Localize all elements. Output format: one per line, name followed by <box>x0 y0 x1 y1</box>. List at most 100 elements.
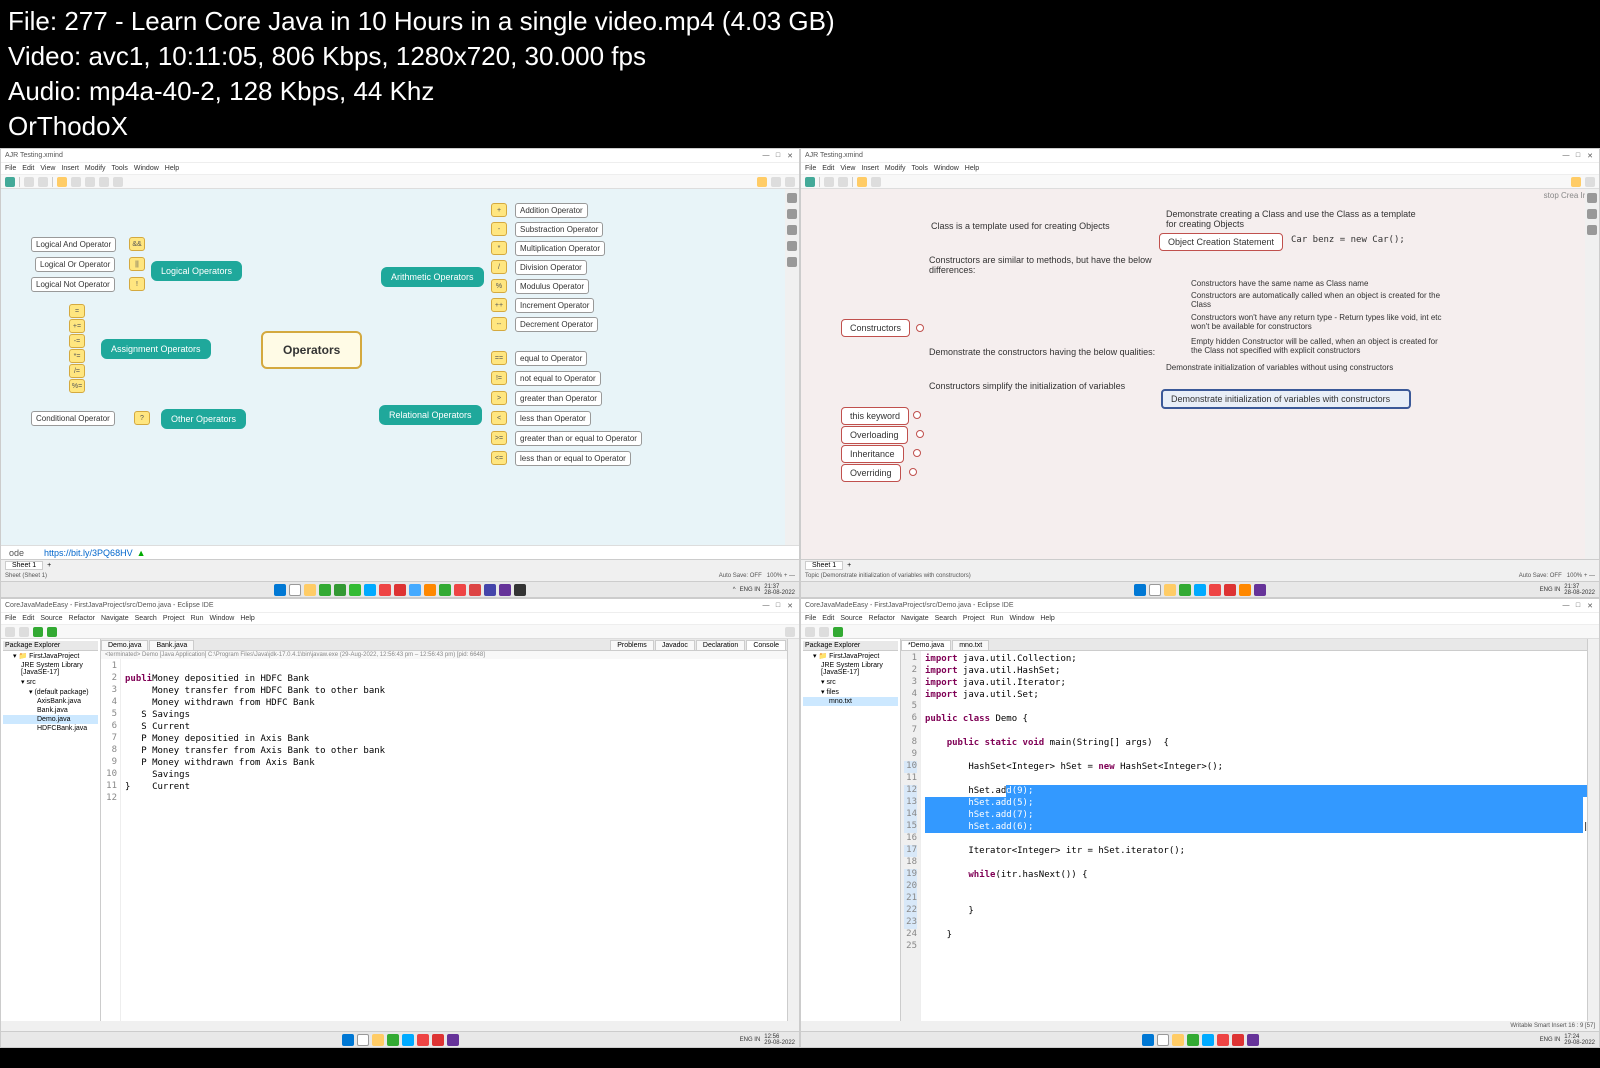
opera-icon[interactable] <box>1224 584 1236 596</box>
start-icon[interactable] <box>1142 1034 1154 1046</box>
chrome-icon[interactable] <box>1217 1034 1229 1046</box>
add-sheet[interactable]: + <box>47 562 51 569</box>
opera-icon[interactable] <box>432 1034 444 1046</box>
menu-help[interactable]: Help <box>240 615 254 622</box>
tab-javadoc[interactable]: Javadoc <box>655 640 695 650</box>
src-node[interactable]: ▾ src <box>803 677 898 687</box>
save-icon[interactable] <box>19 627 29 637</box>
node-addition[interactable]: Addition Operator <box>515 203 588 218</box>
boundary-icon[interactable] <box>113 177 123 187</box>
file-axis[interactable]: AxisBank.java <box>3 697 98 706</box>
quality-2[interactable]: Constructors won't have any return type … <box>1191 313 1451 331</box>
console-output[interactable]: publiMoney depositied in HDFC Bank Money… <box>121 659 787 1021</box>
debug-icon[interactable] <box>47 627 57 637</box>
minimize-button[interactable]: — <box>1561 152 1571 160</box>
node-logical[interactable]: Logical Operators <box>151 261 242 281</box>
edge-icon[interactable] <box>402 1034 414 1046</box>
format-icon[interactable] <box>787 193 797 203</box>
save-icon[interactable] <box>819 627 829 637</box>
comments-icon[interactable] <box>787 241 797 251</box>
app5-icon[interactable] <box>1239 584 1251 596</box>
tab-bank[interactable]: Bank.java <box>149 640 194 650</box>
topic-icon[interactable] <box>71 177 81 187</box>
app1-icon[interactable] <box>1179 584 1191 596</box>
menu-refactor[interactable]: Refactor <box>869 615 895 622</box>
zoom-icon[interactable] <box>785 177 795 187</box>
app3-icon[interactable] <box>349 584 361 596</box>
task-search-icon[interactable] <box>289 584 301 596</box>
node-overriding[interactable]: Overriding <box>841 464 901 482</box>
menu-window[interactable]: Window <box>934 165 959 172</box>
menu-edit[interactable]: Edit <box>22 165 34 172</box>
explorer-icon[interactable] <box>1164 584 1176 596</box>
node-constructors[interactable]: Constructors <box>841 319 910 337</box>
app7-icon[interactable] <box>454 584 466 596</box>
minimize-button[interactable]: — <box>761 602 771 610</box>
eclipse-icon[interactable] <box>447 1034 459 1046</box>
run-icon[interactable] <box>33 627 43 637</box>
app8-icon[interactable] <box>469 584 481 596</box>
menu-tools[interactable]: Tools <box>112 165 128 172</box>
qualities-label[interactable]: Demonstrate the constructors having the … <box>929 347 1159 357</box>
demo-class-text[interactable]: Demonstrate creating a Class and use the… <box>1166 209 1426 229</box>
search-icon[interactable] <box>1585 177 1595 187</box>
jre-node[interactable]: JRE System Library [JavaSE-17] <box>803 661 898 677</box>
app6-icon[interactable] <box>439 584 451 596</box>
menu-source[interactable]: Source <box>40 615 62 622</box>
notes-icon[interactable] <box>1587 225 1597 235</box>
node-equalto[interactable]: equal to Operator <box>515 351 587 366</box>
node-other[interactable]: Other Operators <box>161 409 246 429</box>
node-relational[interactable]: Relational Operators <box>379 405 482 425</box>
menu-view[interactable]: View <box>40 165 55 172</box>
chrome-icon[interactable] <box>379 584 391 596</box>
menu-search[interactable]: Search <box>935 615 957 622</box>
run-icon[interactable] <box>833 627 843 637</box>
package-explorer[interactable]: Package Explorer ▾ 📁 FirstJavaProject JR… <box>801 639 901 1021</box>
node-lte[interactable]: less than or equal to Operator <box>515 451 631 466</box>
new-icon[interactable] <box>5 627 15 637</box>
menu-modify[interactable]: Modify <box>85 165 106 172</box>
app1-icon[interactable] <box>319 584 331 596</box>
file-mno[interactable]: mno.txt <box>803 697 898 706</box>
app10-icon[interactable] <box>514 584 526 596</box>
tab-console[interactable]: Console <box>746 640 786 650</box>
similar-text[interactable]: Constructors are similar to methods, but… <box>929 255 1159 275</box>
windows-taskbar[interactable]: ^ ENG IN 21:3728-08-2022 <box>1 581 799 597</box>
app9-icon[interactable] <box>484 584 496 596</box>
node-logical-or[interactable]: Logical Or Operator <box>35 257 115 272</box>
node-decrement[interactable]: Decrement Operator <box>515 317 598 332</box>
topic-icon[interactable] <box>871 177 881 187</box>
menu-window[interactable]: Window <box>1009 615 1034 622</box>
expand-icon[interactable] <box>913 449 921 457</box>
undo-icon[interactable] <box>824 177 834 187</box>
menu-refactor[interactable]: Refactor <box>69 615 95 622</box>
tab-demo[interactable]: *Demo.java <box>901 640 951 650</box>
close-button[interactable]: ✕ <box>1585 152 1595 160</box>
edge-icon[interactable] <box>364 584 376 596</box>
node-greater[interactable]: greater than Operator <box>515 391 602 406</box>
code-editor[interactable]: 123 456 789 1011 1213 1415 1617 1819 202… <box>901 651 1587 1021</box>
tab-problems[interactable]: Problems <box>610 640 654 650</box>
explorer-icon[interactable] <box>372 1034 384 1046</box>
menu-edit[interactable]: Edit <box>822 165 834 172</box>
url-link[interactable]: https://bit.ly/3PQ68HV <box>44 548 133 558</box>
bulb-icon[interactable] <box>757 177 767 187</box>
new-icon[interactable] <box>805 627 815 637</box>
node-logical-not[interactable]: Logical Not Operator <box>31 277 115 292</box>
folder-icon[interactable] <box>857 177 867 187</box>
sheet-tab[interactable]: Sheet 1 <box>5 561 43 570</box>
notes-icon[interactable] <box>787 225 797 235</box>
opera-icon[interactable] <box>394 584 406 596</box>
menu-help[interactable]: Help <box>1040 615 1054 622</box>
node-logical-and[interactable]: Logical And Operator <box>31 237 116 252</box>
menu-tools[interactable]: Tools <box>912 165 928 172</box>
menu-file[interactable]: File <box>5 615 16 622</box>
expand-icon[interactable] <box>916 324 924 332</box>
explorer-icon[interactable] <box>1172 1034 1184 1046</box>
menu-file[interactable]: File <box>805 165 816 172</box>
node-multiplication[interactable]: Multiplication Operator <box>515 241 605 256</box>
node-operators[interactable]: Operators <box>261 331 362 369</box>
sheet-tab[interactable]: Sheet 1 <box>805 561 843 570</box>
quality-1[interactable]: Constructors are automatically called wh… <box>1191 291 1451 309</box>
node-notequal[interactable]: not equal to Operator <box>515 371 601 386</box>
